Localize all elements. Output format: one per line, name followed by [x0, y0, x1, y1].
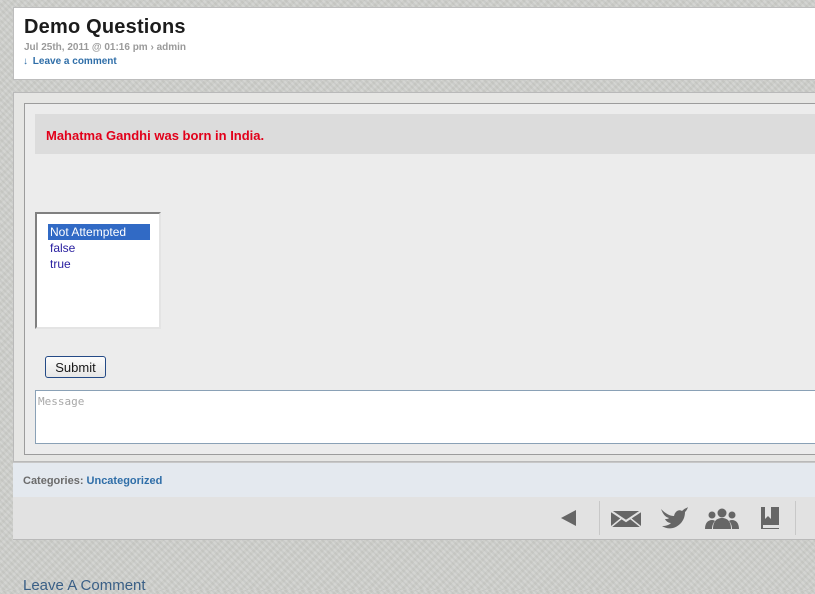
answer-option-false[interactable]: false: [48, 240, 150, 256]
email-icon[interactable]: [609, 505, 643, 531]
question-box: Mahatma Gandhi was born in India.: [35, 114, 815, 154]
share-bar: [13, 497, 815, 540]
post-content: Mahatma Gandhi was born in India. Not At…: [13, 92, 815, 462]
categories-row: Categories: Uncategorized: [23, 475, 162, 487]
answer-listbox[interactable]: Not Attempted false true: [35, 212, 161, 329]
categories-label: Categories:: [23, 475, 84, 487]
leave-a-comment-link[interactable]: Leave a comment: [33, 56, 117, 67]
post-header: Demo Questions Jul 25th, 2011 @ 01:16 pm…: [13, 7, 815, 80]
submit-button[interactable]: Submit: [45, 356, 106, 378]
down-arrow-icon: ↓: [23, 56, 28, 67]
leave-comment-heading: Leave A Comment: [23, 577, 146, 594]
message-field[interactable]: [35, 390, 815, 444]
answer-option-true[interactable]: true: [48, 256, 150, 272]
share-divider: [795, 501, 796, 535]
post-title: Demo Questions: [24, 16, 186, 38]
comment-link-row: ↓ Leave a comment: [23, 56, 117, 67]
answer-option-not-attempted[interactable]: Not Attempted: [48, 224, 150, 240]
category-link-uncategorized[interactable]: Uncategorized: [87, 475, 163, 487]
twitter-bird-icon[interactable]: [658, 505, 692, 531]
group-people-icon[interactable]: [705, 505, 739, 531]
back-arrow-icon[interactable]: [554, 505, 584, 531]
categories-bar: Categories: Uncategorized: [13, 462, 815, 498]
post-meta: Jul 25th, 2011 @ 01:16 pm › admin: [24, 42, 187, 53]
bookmark-icon[interactable]: [755, 505, 785, 531]
quiz-container: Mahatma Gandhi was born in India. Not At…: [24, 103, 815, 455]
share-divider: [599, 501, 600, 535]
question-text: Mahatma Gandhi was born in India.: [46, 128, 265, 143]
